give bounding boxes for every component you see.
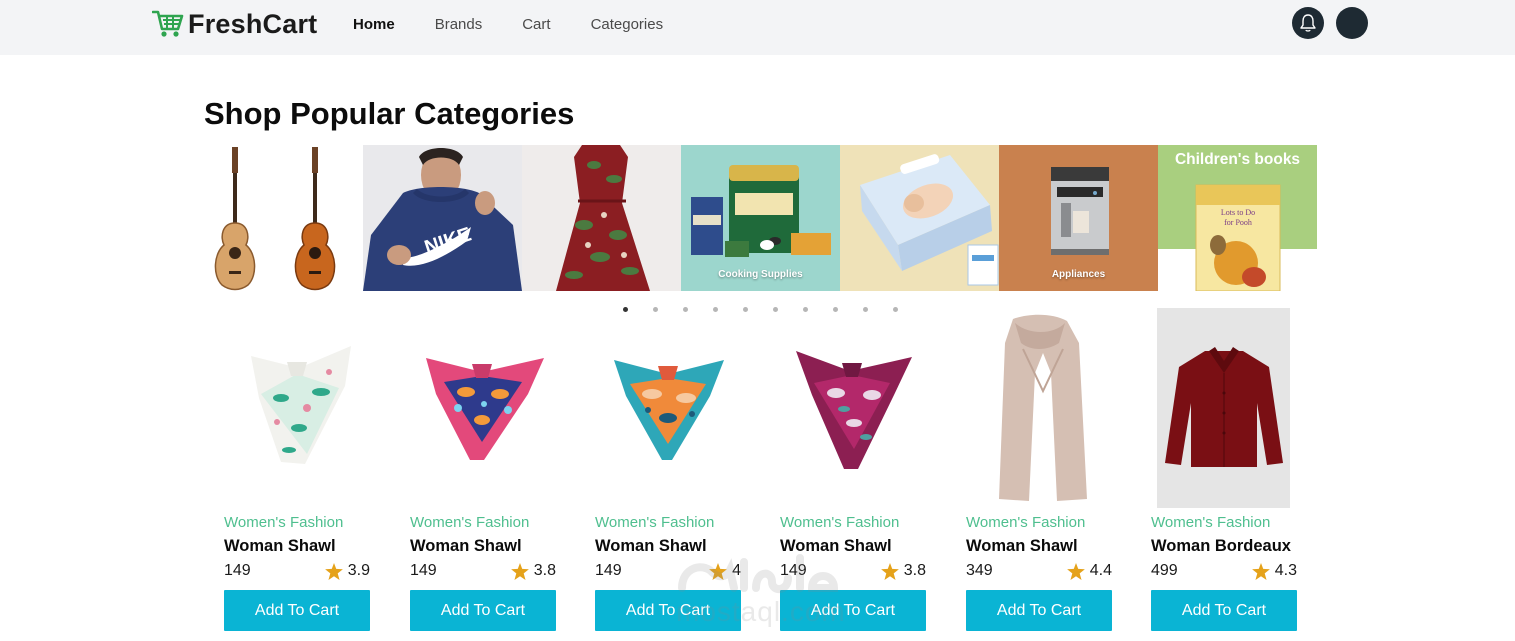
shawl-image [796,351,912,469]
diapers-image [840,145,999,291]
product-price: 149 [224,562,251,579]
category-slide-women-fashion[interactable] [522,145,681,291]
product-image[interactable] [1157,308,1290,508]
product-card[interactable]: Women's Fashion Woman Shawl 349 4.4 Add … [966,308,1112,638]
product-price: 349 [966,562,993,579]
product-rating: 3.9 [324,562,370,580]
product-rating: 3.8 [880,562,926,580]
product-card[interactable]: Women's Fashion Woman Shawl 149 4 Add To… [595,308,741,638]
scarf-image [999,314,1087,501]
product-rating: 4 [709,562,741,580]
product-card[interactable]: Women's Fashion Woman Shawl 149 3.9 Add … [224,308,370,638]
rating-value: 4.4 [1089,562,1112,579]
product-title: Woman Shawl [966,537,1078,555]
nav-link-home[interactable]: Home [353,16,395,33]
star-icon [1066,562,1085,580]
product-rating: 4.3 [1251,562,1297,580]
star-icon [510,562,529,580]
product-category: Women's Fashion [1151,514,1271,531]
slider-dot-5[interactable] [740,305,770,315]
shawl-image [251,346,351,464]
add-to-cart-button[interactable]: Add To Cart [1151,590,1297,631]
nav-link-cart[interactable]: Cart [522,16,550,33]
product-price: 149 [780,562,807,579]
hoodie-image: NIKE [363,145,522,291]
category-slide-cooking-supplies[interactable]: Cooking Supplies [681,145,840,291]
product-card[interactable]: Women's Fashion Woman Bordeaux 499 4.3 A… [1151,308,1297,638]
product-image[interactable] [966,308,1112,508]
add-to-cart-button[interactable]: Add To Cart [224,590,370,631]
add-to-cart-button[interactable]: Add To Cart [410,590,556,631]
star-icon [709,562,727,580]
guitars-image [204,145,363,291]
nav-link-categories[interactable]: Categories [591,16,664,33]
rating-value: 4.3 [1274,562,1297,579]
dress-image [522,145,681,291]
category-caption: Children's books [1174,151,1301,168]
product-title: Woman Bordeaux [1151,537,1291,555]
shopping-cart-icon [152,10,184,37]
category-slider: NIKE Cooking Supplies Appliances Lots to… [204,145,1317,291]
rating-value: 4 [732,562,741,579]
category-slide-appliances[interactable]: Appliances [999,145,1158,291]
user-avatar[interactable] [1336,7,1368,39]
category-slide-baby[interactable] [840,145,999,291]
nav-link-brands[interactable]: Brands [435,16,483,33]
product-category: Women's Fashion [966,514,1086,531]
bell-icon [1300,14,1316,32]
star-icon [880,562,899,580]
product-image[interactable] [780,308,926,508]
product-card[interactable]: Women's Fashion Woman Shawl 149 3.8 Add … [780,308,926,638]
book-title-line-1: Lots to Do [1221,208,1255,217]
section-title: Shop Popular Categories [204,96,575,131]
brand-logo[interactable]: FreshCart [152,8,317,40]
product-price: 149 [595,562,622,579]
add-to-cart-button[interactable]: Add To Cart [780,590,926,631]
product-price: 499 [1151,562,1178,579]
navbar: FreshCart Home Brands Cart Categories [0,0,1515,55]
category-caption: Cooking Supplies [718,269,803,280]
product-rating: 4.4 [1066,562,1112,580]
shawl-image [426,358,544,460]
rating-value: 3.9 [347,562,370,579]
notifications-button[interactable] [1292,7,1324,39]
product-title: Woman Shawl [410,537,522,555]
star-icon [324,562,343,580]
product-title: Woman Shawl [595,537,707,555]
add-to-cart-button[interactable]: Add To Cart [595,590,741,631]
product-category: Women's Fashion [224,514,344,531]
category-slide-men-fashion[interactable]: NIKE [363,145,522,291]
product-title: Woman Shawl [224,537,336,555]
product-image[interactable] [224,308,370,508]
category-caption: Appliances [1051,269,1106,280]
product-image[interactable] [595,308,741,508]
brand-name: FreshCart [188,8,318,39]
main-nav: Home Brands Cart Categories [353,16,703,33]
product-category: Women's Fashion [595,514,715,531]
category-slide-childrens-books[interactable]: Lots to Do for Pooh Children's books [1158,145,1317,291]
rating-value: 3.8 [533,562,556,579]
star-icon [1251,562,1270,580]
shawl-image [614,360,724,460]
product-price: 149 [410,562,437,579]
product-title: Woman Shawl [780,537,892,555]
product-category: Women's Fashion [410,514,530,531]
product-rating: 3.8 [510,562,556,580]
product-image[interactable] [410,308,556,508]
add-to-cart-button[interactable]: Add To Cart [966,590,1112,631]
product-category: Women's Fashion [780,514,900,531]
shirt-image [1164,347,1283,467]
book-title-line-2: for Pooh [1224,218,1252,227]
rating-value: 3.8 [903,562,926,579]
category-slide-guitars[interactable] [204,145,363,291]
product-card[interactable]: Women's Fashion Woman Shawl 149 3.8 Add … [410,308,556,638]
